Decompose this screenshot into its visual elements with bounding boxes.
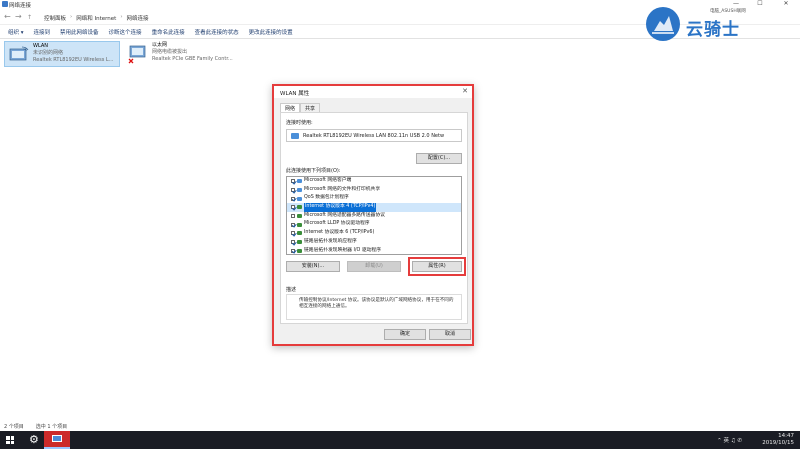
- forward-arrow-icon[interactable]: →: [15, 12, 22, 21]
- change-settings-button[interactable]: 更改此连接的设置: [249, 28, 293, 36]
- protocol-label: Microsoft 网络的文件和打印机共享: [304, 186, 381, 192]
- protocol-list[interactable]: Microsoft 网络客户端 Microsoft 网络的文件和打印机共享 QoS …: [286, 176, 462, 255]
- protocol-label: QoS 数据包计划程序: [304, 195, 349, 201]
- client-icon: [297, 196, 302, 201]
- protocol-icon: [297, 248, 302, 253]
- checkbox[interactable]: [291, 179, 295, 184]
- clock[interactable]: 14:47 2019/10/15: [762, 433, 794, 447]
- configure-button[interactable]: 配置(C)...: [416, 153, 462, 164]
- dialog-title: WLAN 属性: [280, 91, 310, 97]
- protocol-label: Internet 协议版本 4 (TCP/IPv4): [304, 203, 377, 212]
- protocol-icon: [297, 205, 302, 210]
- client-icon: [297, 188, 302, 193]
- back-arrow-icon[interactable]: ←: [4, 12, 11, 21]
- connection-item-ethernet[interactable]: 以太网 网络电缆被拔出 Realtek PCIe GBE Family Cont…: [124, 41, 244, 67]
- uninstall-button: 卸载(U): [347, 261, 401, 272]
- checkbox[interactable]: [291, 248, 295, 253]
- watermark-brand: 云骑士: [686, 20, 740, 40]
- protocol-icon: [297, 222, 302, 227]
- connection-status: 网络电缆被拔出: [152, 49, 188, 55]
- protocol-label: Microsoft 网络客户端: [304, 178, 352, 183]
- windows-start-icon[interactable]: [6, 436, 14, 444]
- protocol-list-item[interactable]: 链路层拓扑发现响应程序: [287, 238, 461, 247]
- connection-device: Realtek RTL8192EU Wireless L...: [33, 57, 114, 63]
- wlan-properties-dialog: WLAN 属性 ✕ 网络 共享 连接时使用: Realtek RTL8192EU…: [272, 84, 474, 346]
- checkbox[interactable]: [291, 240, 295, 245]
- protocol-list-item[interactable]: Microsoft 网络客户端: [287, 177, 461, 186]
- status-bar: 2 个项目 选中 1 个项目: [0, 423, 800, 431]
- protocol-label: Microsoft LLDP 协议驱动程序: [304, 221, 370, 227]
- checkbox[interactable]: [291, 205, 295, 210]
- network-tab-panel: 连接时使用: Realtek RTL8192EU Wireless LAN 80…: [280, 112, 468, 324]
- connection-name: WLAN: [33, 43, 49, 49]
- connection-device: Realtek PCIe GBE Family Contr...: [152, 56, 233, 62]
- chevron-right-icon: ›: [120, 14, 123, 20]
- checkbox[interactable]: [291, 188, 295, 193]
- protocol-icon: [297, 231, 302, 236]
- watermark: 电脑_ASUSH联网 云骑士: [640, 5, 790, 45]
- taskbar-network-app[interactable]: [44, 431, 70, 449]
- system-tray[interactable]: ⌃ 英 ♫ ✆: [717, 436, 742, 444]
- install-button[interactable]: 安装(N)...: [286, 261, 340, 272]
- connection-status: 未识别的网络: [33, 50, 64, 56]
- breadcrumb: 控制面板 › 网络和 Internet › 网络连接: [44, 14, 149, 22]
- network-connections-icon: [2, 1, 8, 7]
- protocol-label: 链路层拓扑发现响应程序: [304, 238, 357, 244]
- protocol-label: Microsoft 网络适配器多路传送器协议: [304, 212, 385, 218]
- close-icon[interactable]: ✕: [462, 87, 468, 95]
- clock-time: 14:47: [778, 433, 794, 439]
- adapter-name: Realtek RTL8192EU Wireless LAN 802.11n U…: [303, 133, 445, 139]
- protocol-list-item[interactable]: Internet 协议版本 4 (TCP/IPv4): [287, 203, 461, 212]
- disable-device-button[interactable]: 禁用此网络设备: [60, 28, 99, 36]
- protocol-label: 链路层拓扑发现映射器 I/O 驱动程序: [304, 247, 382, 253]
- diagnose-button[interactable]: 诊断这个连接: [109, 28, 142, 36]
- client-icon: [297, 179, 302, 184]
- adapter-name-field: Realtek RTL8192EU Wireless LAN 802.11n U…: [286, 129, 462, 142]
- connect-to-button[interactable]: 连接到: [34, 28, 51, 36]
- settings-gear-icon[interactable]: ⚙: [29, 433, 39, 446]
- protocol-list-item[interactable]: QoS 数据包计划程序: [287, 194, 461, 203]
- protocol-label: Internet 协议版本 6 (TCP/IPv6): [304, 230, 375, 236]
- description-label: 描述: [286, 287, 297, 293]
- up-arrow-icon[interactable]: ↑: [27, 14, 32, 21]
- ok-button[interactable]: 确定: [384, 329, 426, 340]
- protocol-list-item[interactable]: 链路层拓扑发现映射器 I/O 驱动程序: [287, 247, 461, 255]
- checkbox[interactable]: [291, 231, 295, 236]
- cancel-button[interactable]: 取消: [429, 329, 471, 340]
- description-text: 传输控制协议/Internet 协议。该协议是默认的广域网络协议，用于在不同的相…: [286, 294, 462, 320]
- clock-date: 2019/10/15: [762, 440, 794, 446]
- monitor-icon: [52, 435, 62, 442]
- breadcrumb-item[interactable]: 网络和 Internet: [76, 14, 116, 22]
- protocol-list-item[interactable]: Microsoft LLDP 协议驱动程序: [287, 220, 461, 229]
- taskbar: ⚙ ⌃ 英 ♫ ✆ 14:47 2019/10/15: [0, 431, 800, 449]
- connect-using-label: 连接时使用:: [286, 120, 313, 126]
- protocol-list-item[interactable]: Microsoft 网络的文件和打印机共享: [287, 186, 461, 195]
- properties-button[interactable]: 属性(R): [408, 257, 466, 276]
- items-label: 此连接使用下列项目(O):: [286, 168, 341, 174]
- connection-name: 以太网: [152, 42, 168, 48]
- breadcrumb-item[interactable]: 网络连接: [127, 14, 149, 22]
- dialog-titlebar: WLAN 属性 ✕: [274, 86, 472, 98]
- protocol-icon: [297, 240, 302, 245]
- knight-logo-icon: [646, 7, 680, 41]
- watermark-small-text: 电脑_ASUSH联网: [710, 9, 746, 14]
- protocol-list-item[interactable]: Microsoft 网络适配器多路传送器协议: [287, 212, 461, 221]
- network-adapter-icon: [291, 133, 299, 139]
- window-title: 网络连接: [9, 3, 32, 9]
- checkbox[interactable]: [291, 196, 295, 201]
- wifi-adapter-icon: [8, 45, 30, 65]
- ethernet-adapter-icon: [127, 44, 149, 64]
- chevron-right-icon: ›: [70, 14, 73, 20]
- connection-item-wlan[interactable]: WLAN 未识别的网络 Realtek RTL8192EU Wireless L…: [4, 41, 120, 67]
- breadcrumb-item[interactable]: 控制面板: [44, 14, 66, 22]
- rename-button[interactable]: 重命名此连接: [152, 28, 185, 36]
- view-status-button[interactable]: 查看此连接的状态: [195, 28, 239, 36]
- item-count: 2 个项目: [4, 424, 24, 430]
- protocol-list-item[interactable]: Internet 协议版本 6 (TCP/IPv6): [287, 229, 461, 238]
- organize-menu[interactable]: 组织 ▾: [8, 28, 24, 36]
- selected-count: 选中 1 个项目: [35, 424, 68, 430]
- checkbox[interactable]: [291, 222, 295, 227]
- protocol-icon: [297, 214, 302, 219]
- checkbox[interactable]: [291, 214, 295, 219]
